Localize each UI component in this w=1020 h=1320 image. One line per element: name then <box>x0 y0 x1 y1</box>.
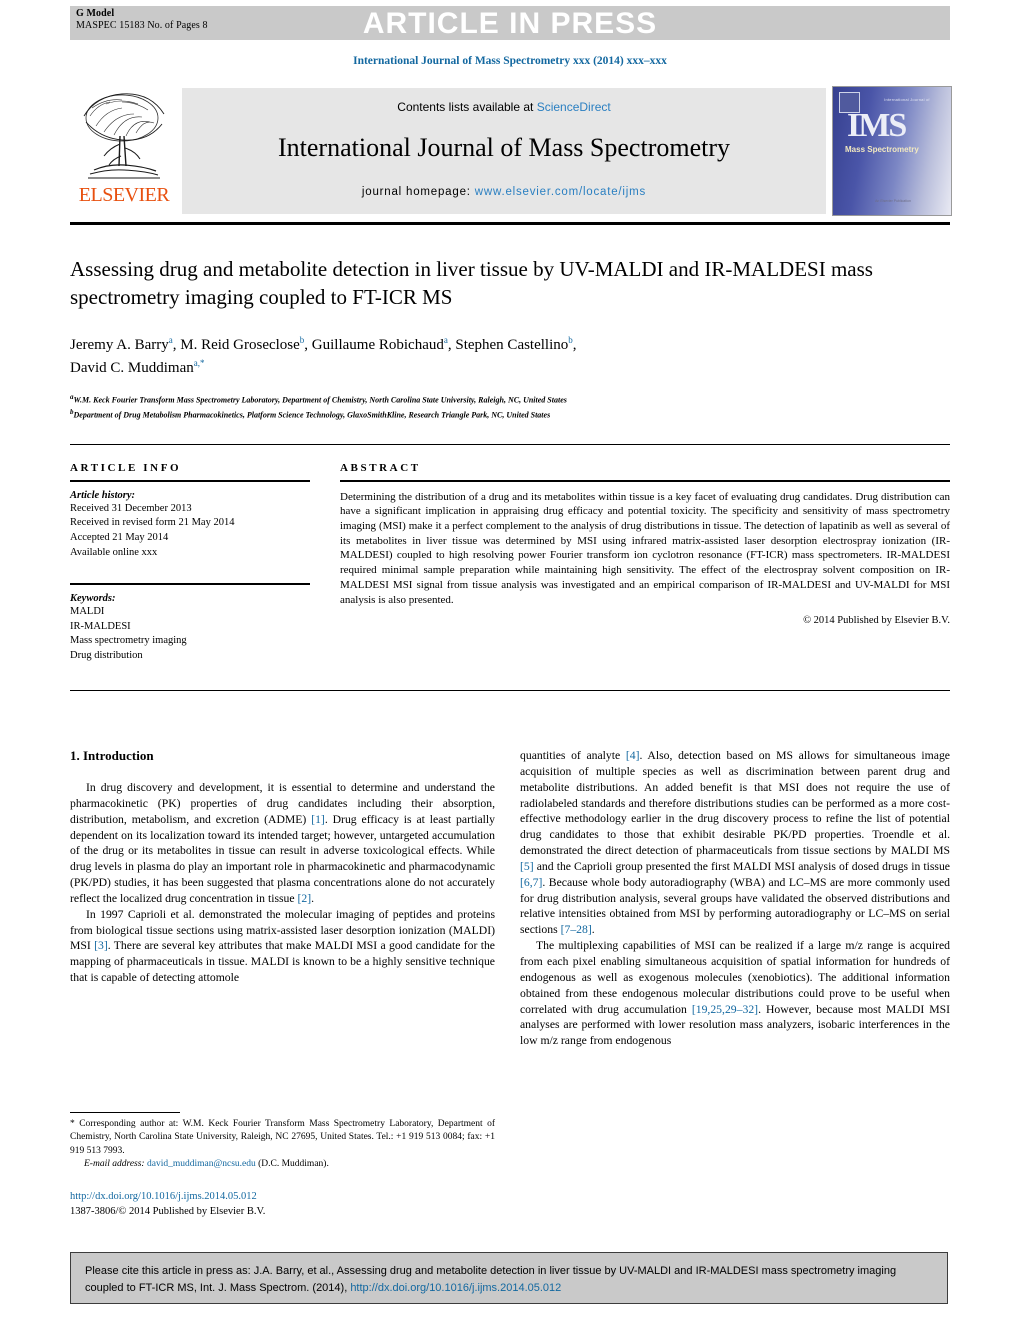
elsevier-tree-icon <box>83 93 165 179</box>
abstract-heading: ABSTRACT <box>340 462 421 474</box>
contents-prefix: Contents lists available at <box>397 100 537 114</box>
abstract-text: Determining the distribution of a drug a… <box>340 490 950 606</box>
page-title: Assessing drug and metabolite detection … <box>70 257 873 309</box>
author-affiliation-mark: a <box>443 335 448 345</box>
affiliation-list: aW.M. Keck Fourier Transform Mass Spectr… <box>70 392 950 422</box>
cover-top-text: International Journal of <box>884 97 930 102</box>
abstract-copyright: © 2014 Published by Elsevier B.V. <box>803 615 950 627</box>
citation-ref[interactable]: [1] <box>311 813 325 826</box>
affiliation-item: bDepartment of Drug Metabolism Pharmacok… <box>70 407 950 422</box>
citation-ref[interactable]: [19,25,29–32] <box>692 1003 758 1016</box>
affiliation-text: Department of Drug Metabolism Pharmacoki… <box>73 410 551 420</box>
body-paragraph: quantities of analyte [4]. Also, detecti… <box>520 749 950 937</box>
journal-homepage-line: journal homepage: www.elsevier.com/locat… <box>182 186 826 198</box>
author-affiliation-mark: a,* <box>193 357 205 368</box>
journal-title: International Journal of Mass Spectromet… <box>278 133 730 162</box>
footnote-separator-rule <box>70 1112 180 1113</box>
keyword-item: Mass spectrometry imaging <box>70 635 187 647</box>
cite-doi-link[interactable]: http://dx.doi.org/10.1016/j.ijms.2014.05… <box>350 1282 561 1294</box>
cover-logo-text: IMS <box>847 107 907 144</box>
cite-text: Please cite this article in press as: J.… <box>85 1263 935 1297</box>
homepage-url-link[interactable]: www.elsevier.com/locate/ijms <box>475 186 646 198</box>
masthead-bottom-rule <box>70 222 950 225</box>
history-item: Received 31 December 2013 <box>70 502 192 514</box>
citation-ref[interactable]: [3] <box>94 939 108 952</box>
citation-ref[interactable]: [2] <box>298 892 312 905</box>
abstract-column: ABSTRACT Determining the distribution of… <box>340 462 950 626</box>
corresponding-author-note: * Corresponding author at: W.M. Keck Fou… <box>70 1119 495 1156</box>
doi-block: http://dx.doi.org/10.1016/j.ijms.2014.05… <box>70 1190 495 1220</box>
body-column-left: 1. Introduction In drug discovery and de… <box>70 748 495 986</box>
author-name: Guillaume Robichaud <box>311 337 444 353</box>
elsevier-wordmark: ELSEVIER <box>78 184 170 206</box>
body-paragraph: The multiplexing capabilities of MSI can… <box>520 939 951 1048</box>
email-label: E-mail address: <box>84 1159 145 1170</box>
citation-ref[interactable]: [7–28] <box>561 923 592 936</box>
keywords-label: Keywords: <box>70 592 116 604</box>
author-affiliation-mark: b <box>568 335 573 345</box>
author-list: Jeremy A. Barrya, M. Reid Grosecloseb, G… <box>70 335 577 376</box>
cover-subtitle: Mass Spectrometry <box>845 145 919 154</box>
journal-masthead: ELSEVIER Contents lists available at Sci… <box>70 86 952 216</box>
email-owner: (D.C. Muddiman). <box>258 1159 329 1170</box>
homepage-label: journal homepage: <box>361 186 475 198</box>
issn-copyright-line: 1387-3806/© 2014 Published by Elsevier B… <box>70 1205 266 1217</box>
manuscript-id: MASPEC 15183 No. of Pages 8 <box>76 20 208 31</box>
author-name: Stephen Castellino <box>455 337 569 353</box>
keyword-item: MALDI <box>70 605 105 617</box>
contents-available-line: Contents lists available at ScienceDirec… <box>182 100 826 114</box>
section-heading-introduction: 1. Introduction <box>70 748 154 763</box>
article-info-column: ARTICLE INFO Article history: Received 3… <box>70 462 310 664</box>
article-info-heading: ARTICLE INFO <box>70 462 182 474</box>
author-affiliation-mark: a <box>168 335 173 345</box>
keyword-item: Drug distribution <box>70 650 143 662</box>
body-paragraph: In drug discovery and development, it is… <box>70 781 495 905</box>
g-model-block: G Model MASPEC 15183 No. of Pages 8 <box>76 8 208 32</box>
article-info-rule <box>70 480 310 482</box>
email-link[interactable]: david_muddiman@ncsu.edu <box>147 1159 256 1169</box>
cover-bottom-text: An Elsevier Publication <box>875 199 911 203</box>
author-name: Jeremy A. Barry <box>70 337 169 353</box>
keyword-item: IR-MALDESI <box>70 620 131 632</box>
citation-ref[interactable]: [4] <box>626 749 640 762</box>
history-item: Available online xxx <box>70 547 158 559</box>
author-name: M. Reid Groseclose <box>180 337 300 353</box>
info-band-top-rule <box>70 444 950 445</box>
running-head: International Journal of Mass Spectromet… <box>353 55 667 67</box>
keywords-rule <box>70 583 310 585</box>
elsevier-logo: ELSEVIER <box>70 86 178 214</box>
doi-link[interactable]: http://dx.doi.org/10.1016/j.ijms.2014.05… <box>70 1190 495 1205</box>
g-model-label: G Model <box>76 8 115 19</box>
info-band-bottom-rule <box>70 690 950 691</box>
author-affiliation-mark: b <box>299 335 305 345</box>
body-paragraph: In 1997 Caprioli et al. demonstrated the… <box>70 907 495 985</box>
body-column-right: quantities of analyte [4]. Also, detecti… <box>520 748 950 1049</box>
affiliation-text: W.M. Keck Fourier Transform Mass Spectro… <box>73 395 567 405</box>
email-note: E-mail address: david_muddiman@ncsu.edu … <box>70 1158 495 1171</box>
citation-ref[interactable]: [6,7] <box>520 876 542 889</box>
citation-ref[interactable]: [5] <box>520 860 534 873</box>
journal-cover-thumbnail: International Journal of IMS Mass Spectr… <box>832 86 952 216</box>
contents-panel: Contents lists available at ScienceDirec… <box>182 88 826 214</box>
author-name: David C. Muddiman <box>70 359 194 376</box>
article-history-label: Article history: <box>70 489 136 501</box>
abstract-rule <box>340 480 950 482</box>
cite-this-article-box: Please cite this article in press as: J.… <box>70 1252 948 1304</box>
affiliation-item: aW.M. Keck Fourier Transform Mass Spectr… <box>70 392 950 407</box>
footnote-block: * Corresponding author at: W.M. Keck Fou… <box>70 1118 495 1172</box>
history-item: Accepted 21 May 2014 <box>70 532 169 544</box>
sciencedirect-link[interactable]: ScienceDirect <box>537 100 611 114</box>
history-item: Received in revised form 21 May 2014 <box>70 517 235 529</box>
